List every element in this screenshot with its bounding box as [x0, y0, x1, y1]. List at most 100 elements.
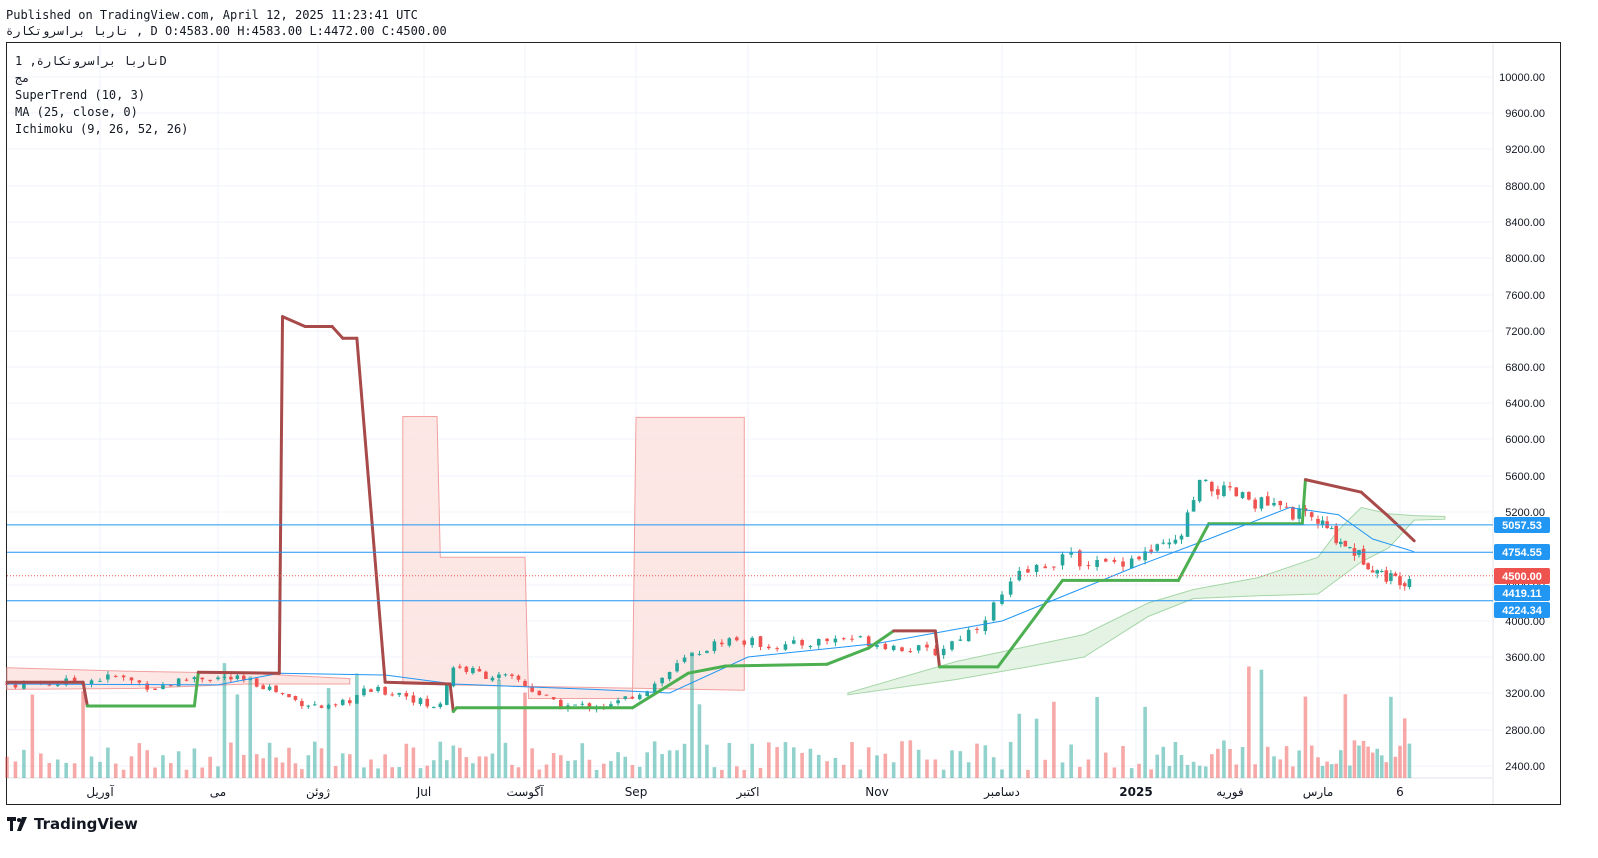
volume-bar	[319, 748, 324, 778]
volume-bar	[306, 755, 311, 778]
volume-bar	[1197, 765, 1202, 778]
volume-bar	[397, 767, 402, 778]
volume-bar	[1112, 767, 1117, 778]
volume-bar	[431, 760, 436, 778]
supertrend-segment	[277, 315, 285, 675]
candle-body	[1203, 479, 1208, 481]
candle-body	[1149, 549, 1153, 552]
x-tick-label: Sep	[625, 785, 648, 799]
candle-body	[458, 666, 462, 668]
candle-body	[551, 697, 556, 700]
candle-body	[950, 641, 954, 650]
candle-body	[825, 638, 829, 642]
candle-body	[758, 636, 763, 647]
volume-bar	[1179, 754, 1184, 778]
candle-body	[431, 707, 436, 709]
candle-body	[1008, 581, 1013, 595]
volume-bar	[261, 758, 265, 778]
legend-ichimoku[interactable]: Ichimoku (9, 26, 52, 26)	[15, 122, 188, 136]
volume-bar	[775, 747, 779, 778]
supertrend-segment	[724, 662, 829, 668]
candle-body	[850, 638, 854, 640]
volume-bar	[1228, 749, 1232, 778]
candle-body	[376, 686, 380, 692]
candle-body	[1222, 485, 1226, 497]
chart-svg[interactable]: 10000.00 9600.00 9200.00 8800.00 8400.00 8000…	[0, 0, 1598, 858]
candle-body	[1265, 496, 1270, 506]
volume-bar	[1393, 756, 1398, 778]
volume-bar	[300, 769, 304, 778]
candle-body	[616, 700, 620, 704]
volume-bar	[1234, 764, 1239, 778]
candle-body	[1370, 570, 1375, 573]
volume-bar	[200, 767, 205, 778]
candle-body	[1291, 506, 1295, 520]
volume-bar	[850, 742, 854, 778]
candle-body	[1343, 540, 1348, 547]
candle-body	[775, 648, 779, 650]
volume-bar	[1210, 754, 1214, 778]
volume-bar	[697, 704, 702, 778]
candle-body	[720, 642, 724, 645]
volume-bar	[1247, 666, 1251, 778]
volume-bar	[192, 748, 197, 778]
volume-bar	[1259, 669, 1264, 778]
volume-bar	[891, 762, 896, 778]
volume-bar	[758, 767, 763, 778]
candle-body	[1348, 547, 1352, 549]
volume-bar	[645, 752, 649, 778]
volume-bar	[274, 757, 278, 778]
candle-body	[161, 685, 165, 690]
volume-bar	[484, 756, 488, 778]
candle-body	[1161, 542, 1166, 544]
volume-bar	[966, 762, 971, 778]
volume-bar	[47, 763, 52, 778]
candle-body	[1297, 508, 1301, 519]
legend-ma[interactable]: MA (25, close, 0)	[15, 105, 138, 119]
volume-bar	[169, 763, 173, 778]
y-tick-label: 6400.00	[1505, 398, 1545, 410]
candle-body	[445, 684, 449, 705]
volume-bar	[720, 769, 724, 778]
volume-bar	[497, 679, 501, 778]
supertrend-segment	[933, 629, 941, 669]
candle-body	[484, 671, 488, 679]
volume-bar	[425, 765, 430, 778]
volume-bar	[735, 766, 739, 778]
volume-bar	[503, 742, 508, 778]
candle-body	[858, 636, 863, 638]
volume-bar	[1303, 696, 1308, 778]
candle-body	[735, 637, 739, 641]
volume-bar	[530, 748, 534, 778]
candle-body	[1316, 518, 1320, 524]
volume-bar	[340, 753, 345, 778]
volume-bar	[254, 754, 259, 778]
volume-bar	[451, 745, 456, 778]
candle-body	[369, 689, 373, 692]
y-tick-label: 8800.00	[1505, 181, 1545, 193]
candle-body	[348, 700, 352, 704]
volume-bar	[13, 761, 18, 778]
volume-bar	[675, 750, 679, 778]
volume-bar	[153, 767, 157, 778]
volume-bar	[933, 759, 938, 778]
volume-bar	[991, 757, 996, 778]
volume-bar	[161, 755, 165, 778]
candle-body	[497, 674, 501, 678]
candle-body	[1259, 497, 1264, 509]
volume-bar	[727, 742, 732, 778]
candle-body	[682, 657, 687, 662]
volume-bar	[418, 768, 423, 778]
volume-bar	[1278, 759, 1283, 778]
candle-body	[477, 668, 482, 672]
volume-bar	[1407, 743, 1412, 778]
volume-bar	[1191, 761, 1196, 778]
volume-bar	[1216, 748, 1220, 778]
tradingview-logo[interactable]: TradingView	[7, 815, 138, 833]
candle-body	[222, 676, 227, 678]
volume-bar	[682, 743, 687, 778]
volume-bar	[129, 756, 134, 778]
legend-supertrend[interactable]: SuperTrend (10, 3)	[15, 88, 145, 102]
supertrend-segment	[825, 646, 871, 666]
volume-bar	[229, 742, 233, 778]
